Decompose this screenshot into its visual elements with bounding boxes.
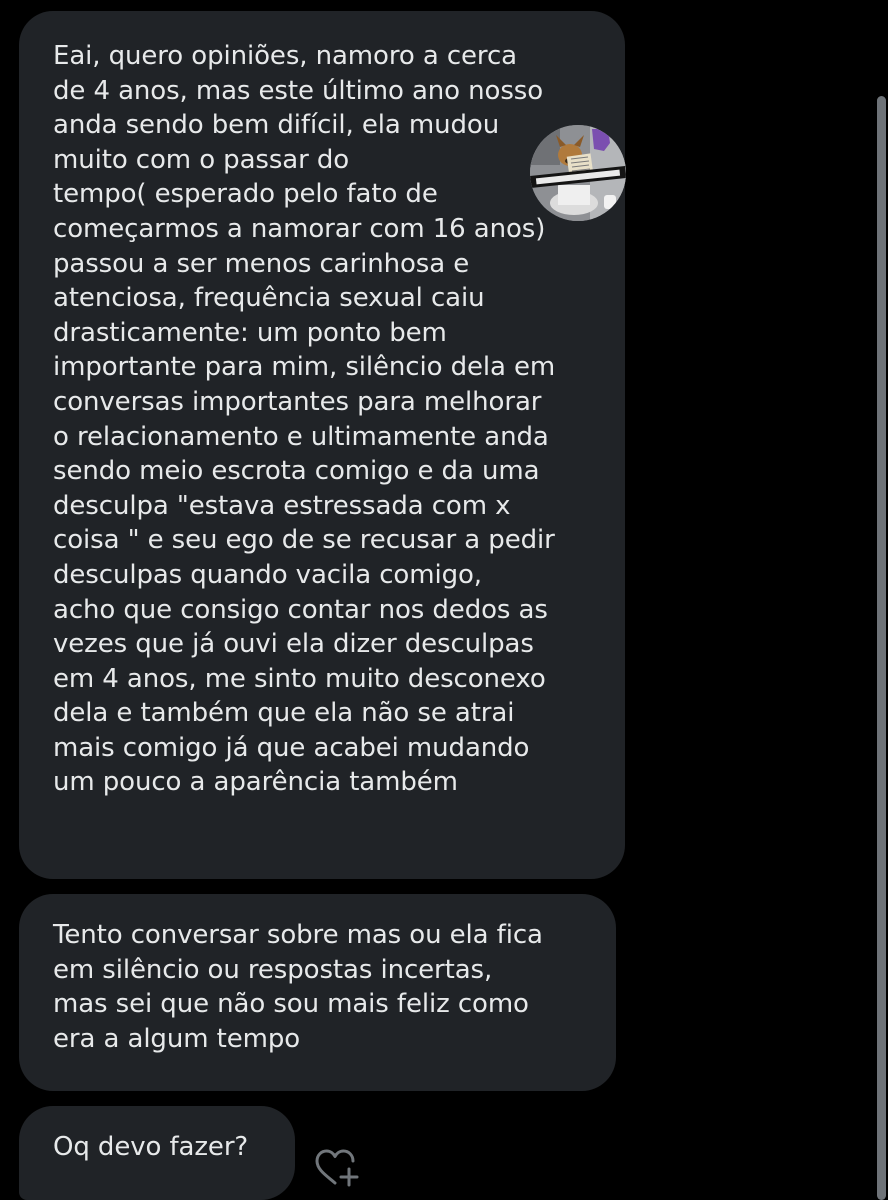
add-reaction-icon	[315, 1149, 359, 1187]
message-text: Eai, quero opiniões, namoro a cerca de 4…	[53, 41, 556, 798]
message-bubble[interactable]: Tento conversar sobre mas ou ela fica em…	[19, 894, 616, 1091]
scrollbar[interactable]	[877, 96, 886, 1200]
message-bubble[interactable]: Eai, quero opiniões, namoro a cerca de 4…	[19, 11, 625, 879]
heart-plus-icon[interactable]	[313, 1148, 361, 1188]
message-bubble[interactable]: Oq devo fazer?	[19, 1106, 295, 1200]
dog-on-toilet-icon	[530, 125, 626, 221]
message-text: Tento conversar sobre mas ou ela fica em…	[53, 920, 543, 1054]
message-text: Oq devo fazer?	[53, 1132, 249, 1162]
sender-avatar[interactable]	[530, 125, 626, 221]
